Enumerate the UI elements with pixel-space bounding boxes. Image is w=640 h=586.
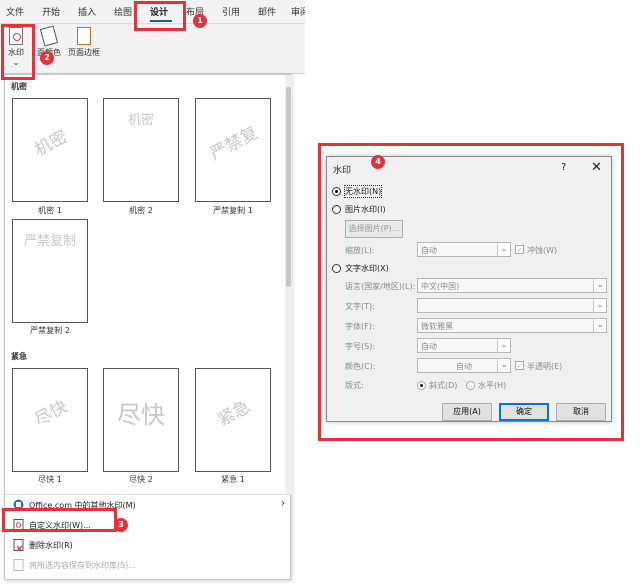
tab-draw[interactable]: 绘图 (114, 5, 132, 18)
size-select: 自动 ⌄ (417, 338, 511, 353)
watermark-thumb-confidential-1[interactable]: 机密 (12, 98, 88, 202)
thumb-watermark-text: 严禁复 (206, 122, 262, 165)
color-value: 自动 (456, 362, 472, 371)
annotation-number-2: 2 (40, 51, 54, 65)
thumb-watermark-text: 机密 (127, 113, 154, 128)
annotation-number-3: 3 (114, 518, 128, 532)
page-border-label: 页面边框 (68, 48, 100, 57)
layout-label: 版式: (345, 381, 364, 390)
watermark-thumb-asap-1[interactable]: 尽快 (12, 368, 88, 472)
diagonal-label: 斜式(D) (429, 381, 458, 390)
size-value: 自动 (421, 342, 437, 351)
thumb-watermark-text: 机密 (31, 126, 71, 161)
horizontal-radio (466, 381, 475, 390)
text-label: 文字(T): (345, 302, 375, 311)
thumb-watermark-text: 尽快 (31, 396, 71, 431)
text-watermark-label[interactable]: 文字水印(X) (345, 263, 389, 274)
page-border-icon (77, 27, 91, 45)
no-watermark-radio[interactable] (332, 187, 341, 196)
menu-save-to-gallery: 将所选内容保存到水印库(S)... (5, 555, 291, 575)
tab-references[interactable]: 引用 (222, 5, 240, 18)
diagonal-radio (417, 381, 426, 390)
color-select: 自动 ⌄ (417, 358, 511, 373)
tab-file[interactable]: 文件 (6, 5, 24, 18)
tab-mailings[interactable]: 邮件 (258, 5, 276, 18)
chevron-down-icon: ⌄ (593, 299, 606, 312)
tab-insert[interactable]: 插入 (78, 5, 96, 18)
submenu-arrow-icon: › (281, 498, 285, 509)
watermark-dialog: 水印 ? ✕ 无水印(N) 图片水印(I) 选择图片(P)... 缩放(L): … (326, 156, 612, 422)
thumb-label: 尽快 1 (38, 475, 62, 484)
remove-watermark-icon (13, 539, 24, 552)
thumb-label: 机密 2 (129, 206, 153, 215)
ok-button[interactable]: 确定 (499, 403, 549, 421)
thumb-watermark-text: 严禁复制 (23, 234, 76, 249)
page-color-icon (39, 25, 59, 47)
thumb-label: 尽快 2 (129, 475, 153, 484)
save-gallery-icon (13, 559, 24, 571)
chevron-down-icon: ⌄ (497, 339, 510, 352)
watermark-thumb-donotcopy-1[interactable]: 严禁复 (195, 98, 271, 202)
watermark-gallery: 机密 机密 机密 1 机密 机密 2 严禁复 严禁复制 1 严禁复制 严禁复制 … (4, 74, 292, 580)
text-select: ⌄ (417, 298, 607, 313)
washout-checkbox: ✓ (515, 245, 524, 254)
menu-label: 删除水印(R) (29, 541, 73, 550)
semitransparent-label: 半透明(E) (527, 362, 563, 371)
ribbon-body: 水印 ⌄ 面颜色 页面边框 (0, 24, 305, 74)
thumb-watermark-text: 尽快 (117, 401, 165, 429)
help-icon[interactable]: ? (561, 162, 566, 173)
font-select: 微软雅黑 ⌄ (417, 318, 607, 333)
thumb-watermark-text: 紧急 (214, 396, 254, 431)
annotation-box-custom-watermark (2, 508, 117, 532)
annotation-number-4: 4 (371, 155, 385, 169)
annotation-box-design-tab (134, 1, 186, 31)
color-label: 颜色(C): (345, 362, 376, 371)
scale-label: 缩放(L): (345, 246, 375, 255)
section-urgent: 紧急 (11, 352, 27, 361)
language-select: 中文(中国) ⌄ (417, 278, 607, 293)
thumb-label: 严禁复制 2 (30, 326, 70, 335)
picture-watermark-label[interactable]: 图片水印(I) (345, 204, 386, 215)
chevron-down-icon: ⌄ (593, 279, 606, 292)
font-label: 字体(F): (345, 322, 375, 331)
text-watermark-radio[interactable] (332, 264, 341, 273)
picture-watermark-radio[interactable] (332, 205, 341, 214)
washout-label: 冲蚀(W) (527, 246, 558, 255)
page-border-button[interactable]: 页面边框 (66, 27, 102, 58)
language-label: 语言(国家/地区)(L): (345, 282, 416, 291)
language-value: 中文(中国) (421, 282, 460, 291)
select-picture-button: 选择图片(P)... (345, 220, 403, 238)
watermark-thumb-donotcopy-2[interactable]: 严禁复制 (12, 219, 88, 323)
watermark-thumb-confidential-2[interactable]: 机密 (103, 98, 179, 202)
font-value: 微软雅黑 (421, 322, 453, 331)
no-watermark-label[interactable]: 无水印(N) (343, 185, 383, 198)
dialog-title: 水印 (333, 166, 352, 176)
tab-home[interactable]: 开始 (42, 5, 60, 18)
thumb-label: 严禁复制 1 (213, 206, 253, 215)
gallery-scrollbar[interactable] (285, 75, 292, 495)
scale-select: 自动 ⌄ (417, 242, 511, 257)
apply-button[interactable]: 应用(A) (442, 403, 492, 421)
menu-remove-watermark[interactable]: 删除水印(R) (5, 535, 291, 555)
menu-label: 将所选内容保存到水印库(S)... (29, 561, 136, 570)
section-confidential: 机密 (11, 82, 27, 91)
thumb-label: 机密 1 (38, 206, 62, 215)
watermark-thumb-urgent-1[interactable]: 紧急 (195, 368, 271, 472)
chevron-down-icon: ⌄ (497, 243, 510, 256)
cancel-button[interactable]: 取消 (556, 403, 606, 421)
semitransparent-checkbox: ✓ (515, 361, 524, 370)
scale-value: 自动 (421, 246, 437, 255)
chevron-down-icon: ⌄ (593, 319, 606, 332)
annotation-box-watermark-button (1, 24, 35, 80)
thumb-label: 紧急 1 (221, 475, 245, 484)
scrollbar-thumb[interactable] (286, 87, 291, 287)
watermark-thumb-asap-2[interactable]: 尽快 (103, 368, 179, 472)
close-icon[interactable]: ✕ (591, 160, 602, 175)
annotation-number-1: 1 (193, 14, 207, 28)
size-label: 字号(S): (345, 342, 376, 351)
chevron-down-icon: ⌄ (497, 359, 510, 372)
tab-review[interactable]: 审阅 (291, 5, 305, 18)
horizontal-label: 水平(H) (478, 381, 507, 390)
